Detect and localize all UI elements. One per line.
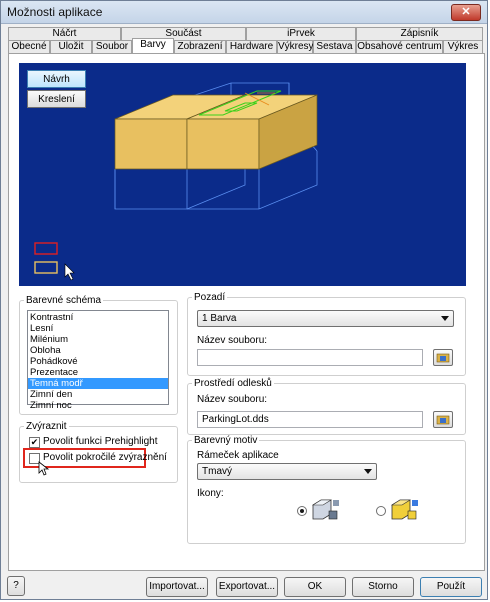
red-highlight-swatch xyxy=(34,242,58,255)
background-browse-button[interactable] xyxy=(433,349,453,366)
export-button[interactable]: Exportovat... xyxy=(216,577,278,597)
background-legend: Pozadí xyxy=(194,292,226,303)
list-item[interactable]: Zimní noc xyxy=(28,400,168,411)
tab-row-bottom: Obecné Uložit Soubor Barvy Zobrazení Har… xyxy=(8,38,483,54)
reflection-browse-button[interactable] xyxy=(433,411,453,428)
highlight-legend: Zvýraznit xyxy=(26,421,67,432)
apply-button[interactable]: Použít xyxy=(420,577,482,597)
color-scheme-legend: Barevné schéma xyxy=(26,295,102,306)
window-title: Možnosti aplikace xyxy=(7,5,103,19)
color-preview: Návrh Kreslení xyxy=(19,63,466,286)
tab-hardware[interactable]: Hardware xyxy=(226,40,277,53)
options-dialog: Možnosti aplikace ✕ Náčrt Součást iPrvek… xyxy=(0,0,488,600)
tab-general[interactable]: Obecné xyxy=(8,40,50,53)
list-item[interactable]: Lesní xyxy=(28,323,168,334)
tab-drawing[interactable]: Výkres xyxy=(443,40,483,53)
dark-theme-icon xyxy=(311,499,339,520)
help-button[interactable]: ? xyxy=(7,576,25,596)
background-combo-value: 1 Barva xyxy=(202,313,237,324)
prehighlight-checkbox[interactable]: ✔ xyxy=(29,437,40,448)
yellow-highlight-swatch xyxy=(34,261,58,274)
chevron-down-icon xyxy=(364,469,372,474)
icons-label: Ikony: xyxy=(197,488,224,499)
tab-file[interactable]: Soubor xyxy=(92,40,132,53)
reflection-file-input[interactable]: ParkingLot.dds xyxy=(197,411,423,428)
preview-scene xyxy=(34,82,318,281)
frame-combo[interactable]: Tmavý xyxy=(197,463,377,480)
reflection-legend: Prostředí odlesků xyxy=(194,378,272,389)
tab-drawings[interactable]: Výkresy xyxy=(277,40,314,53)
yellow-cubes xyxy=(114,94,318,170)
color-scheme-list[interactable]: Kontrastní Lesní Milénium Obloha Pohádko… xyxy=(27,310,169,411)
folder-icon xyxy=(436,353,450,363)
background-file-input[interactable] xyxy=(197,349,423,366)
import-button[interactable]: Importovat... xyxy=(146,577,208,597)
light-theme-icon xyxy=(390,499,418,520)
chevron-down-icon xyxy=(441,316,449,321)
frame-label: Rámeček aplikace xyxy=(197,450,279,461)
title-bar: Možnosti aplikace ✕ xyxy=(1,1,487,24)
list-item[interactable]: Pohádkové xyxy=(28,356,168,367)
tab-ifeature[interactable]: iPrvek xyxy=(246,27,356,40)
ok-button[interactable]: OK xyxy=(284,577,346,597)
background-file-label: Název souboru: xyxy=(197,335,268,346)
list-item-selected[interactable]: Temná modř xyxy=(28,378,168,389)
list-item[interactable]: Obloha xyxy=(28,345,168,356)
folder-icon xyxy=(436,415,450,425)
list-item[interactable]: Milénium xyxy=(28,334,168,345)
background-combo[interactable]: 1 Barva xyxy=(197,310,454,327)
tab-assembly[interactable]: Sestava xyxy=(313,40,356,53)
cancel-button[interactable]: Storno xyxy=(352,577,414,597)
tab-content-center[interactable]: Obsahové centrum xyxy=(356,40,443,53)
icons-dark-radio[interactable] xyxy=(297,506,307,516)
tab-colors[interactable]: Barvy xyxy=(132,38,174,54)
tab-save[interactable]: Uložit xyxy=(50,40,92,53)
reflection-file-label: Název souboru: xyxy=(197,394,268,405)
tab-row-top: Náčrt Součást iPrvek Zápisník xyxy=(8,27,483,40)
color-theme-legend: Barevný motiv xyxy=(194,435,258,446)
enhanced-highlight-label: Povolit pokročilé zvýraznění xyxy=(43,452,167,463)
icons-light-radio[interactable] xyxy=(376,506,386,516)
frame-combo-value: Tmavý xyxy=(202,466,232,477)
tab-notebook[interactable]: Zápisník xyxy=(356,27,483,40)
list-item[interactable]: Kontrastní xyxy=(28,312,168,323)
pointer-icon xyxy=(38,461,50,476)
tab-display[interactable]: Zobrazení xyxy=(174,40,226,53)
close-button[interactable]: ✕ xyxy=(451,4,481,21)
tab-sketch[interactable]: Náčrt xyxy=(8,27,121,40)
list-item[interactable]: Prezentace xyxy=(28,367,168,378)
list-item[interactable]: Zimní den xyxy=(28,389,168,400)
cursor-icon xyxy=(64,263,75,281)
prehighlight-label: Povolit funkci Prehighlight xyxy=(43,436,158,447)
